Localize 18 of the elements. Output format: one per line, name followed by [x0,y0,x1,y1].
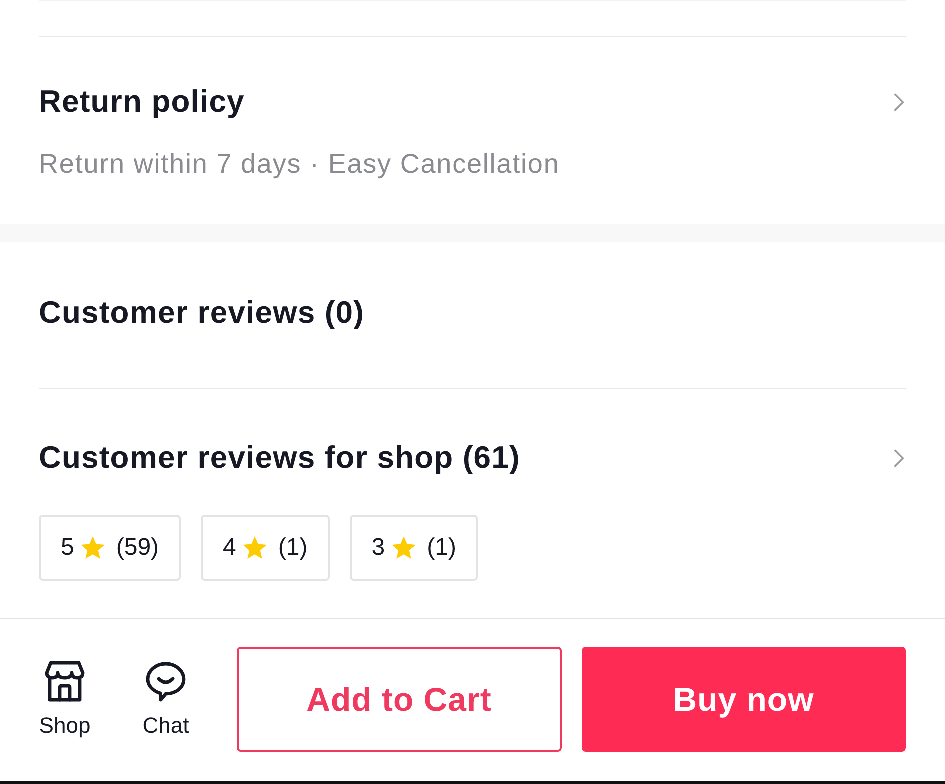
star-icon [80,536,106,560]
section-title: Customer reviews for shop (61) [39,440,520,476]
chevron-right-icon[interactable] [894,92,905,112]
rating-filter-chip[interactable]: 4 (1) [201,515,330,581]
star-icon [242,536,268,560]
add-to-cart-button[interactable]: Add to Cart [237,647,562,752]
chat-button[interactable]: Chat [127,660,205,739]
rating-filter-chip[interactable]: 3 (1) [350,515,478,581]
rating-filter-chip[interactable]: 5 (59) [39,515,182,581]
policy-summary: Return within 7 days · Easy Cancellation [39,148,561,180]
star-icon [391,536,418,560]
shop-button[interactable]: Shop [26,660,104,739]
chevron-right-icon[interactable] [894,448,905,468]
buy-now-button[interactable]: Buy now [582,647,906,752]
section-title: Return policy [39,84,245,120]
storefront-icon [43,660,87,704]
chat-bubble-icon [144,660,188,704]
section-title: Customer reviews (0) [39,295,365,330]
